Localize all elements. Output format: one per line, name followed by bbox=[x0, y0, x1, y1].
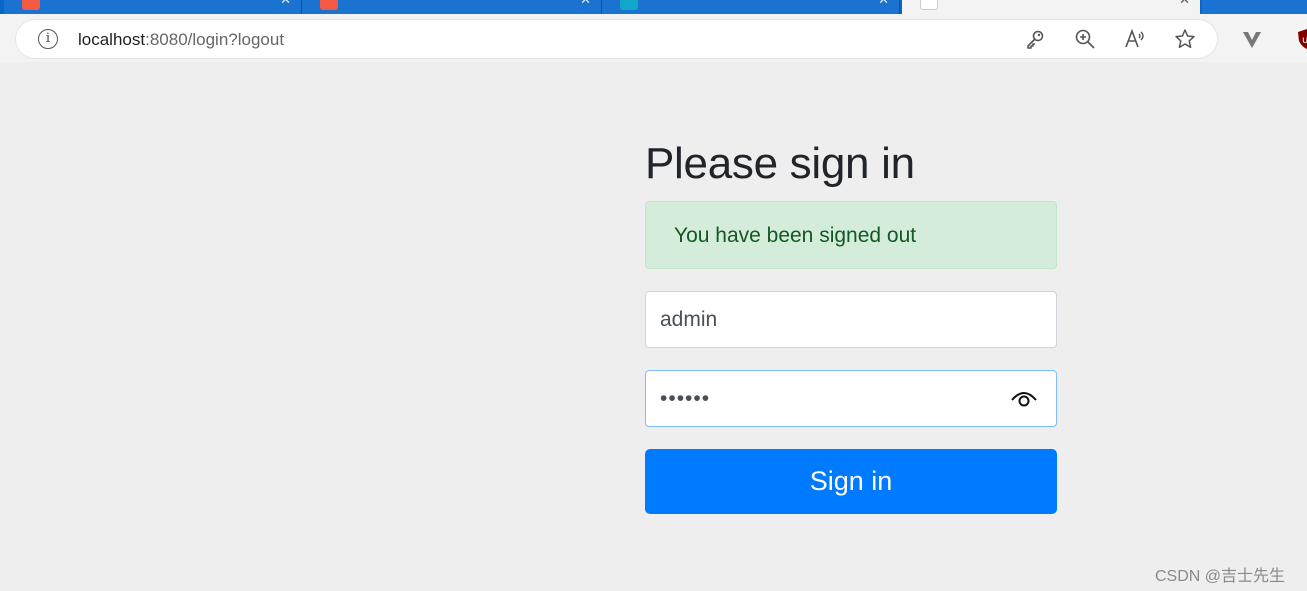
close-tab-icon[interactable]: ✕ bbox=[1179, 0, 1190, 8]
url-text[interactable]: localhost:8080/login?logout bbox=[78, 30, 284, 50]
reveal-password-icon[interactable] bbox=[1009, 386, 1039, 410]
tab-strip: ✕ ✕ ✕ ✕ bbox=[0, 0, 1307, 14]
read-aloud-icon[interactable] bbox=[1124, 28, 1146, 50]
browser-tab[interactable]: ✕ bbox=[602, 0, 900, 14]
address-bar[interactable]: i localhost:8080/login?logout bbox=[16, 20, 1217, 58]
tab-favicon-icon bbox=[320, 0, 338, 10]
favorite-star-icon[interactable] bbox=[1174, 28, 1196, 50]
watermark-text: CSDN @吉士先生 bbox=[1155, 568, 1286, 585]
browser-tab[interactable]: ✕ bbox=[302, 0, 602, 14]
page-title: Please sign in bbox=[645, 139, 915, 188]
browser-tab-active[interactable]: ✕ bbox=[902, 0, 1200, 14]
tab-favicon-icon bbox=[22, 0, 40, 10]
alert-text: You have been signed out bbox=[674, 224, 917, 247]
site-info-icon[interactable]: i bbox=[38, 29, 58, 49]
zoom-icon[interactable] bbox=[1074, 28, 1096, 50]
close-tab-icon[interactable]: ✕ bbox=[878, 0, 889, 8]
browser-tab[interactable]: ✕ bbox=[4, 0, 302, 14]
browser-tab[interactable] bbox=[1202, 0, 1307, 14]
tab-favicon-icon bbox=[920, 0, 938, 10]
browser-toolbar: i localhost:8080/login?logout u bbox=[0, 14, 1307, 62]
url-host: localhost bbox=[78, 30, 146, 49]
url-path: :8080/login?logout bbox=[145, 30, 285, 49]
close-tab-icon[interactable]: ✕ bbox=[280, 0, 291, 8]
key-icon[interactable] bbox=[1024, 28, 1046, 50]
password-input[interactable] bbox=[645, 370, 1057, 427]
signed-out-alert: You have been signed out bbox=[645, 201, 1057, 269]
sign-in-button[interactable]: Sign in bbox=[645, 449, 1057, 514]
svg-text:u: u bbox=[1302, 35, 1307, 46]
username-input[interactable] bbox=[645, 291, 1057, 348]
ublock-extension-icon[interactable]: u bbox=[1296, 28, 1307, 50]
close-tab-icon[interactable]: ✕ bbox=[580, 0, 591, 8]
vivaldi-extension-icon[interactable] bbox=[1241, 28, 1263, 50]
tab-favicon-icon bbox=[620, 0, 638, 10]
